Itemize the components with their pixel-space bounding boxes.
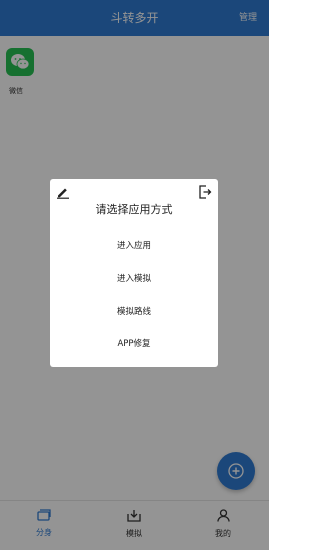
edit-icon[interactable] [56, 185, 70, 199]
option-enter-app[interactable]: 进入应用 [50, 239, 218, 251]
option-enter-simulation[interactable]: 进入模拟 [50, 272, 218, 284]
option-simulate-route[interactable]: 模拟路线 [50, 305, 218, 317]
exit-icon[interactable] [198, 185, 212, 199]
option-app-repair[interactable]: APP修复 [50, 337, 218, 349]
apply-mode-dialog: 请选择应用方式 进入应用 进入模拟 模拟路线 APP修复 [50, 179, 218, 367]
dialog-title: 请选择应用方式 [95, 203, 173, 216]
